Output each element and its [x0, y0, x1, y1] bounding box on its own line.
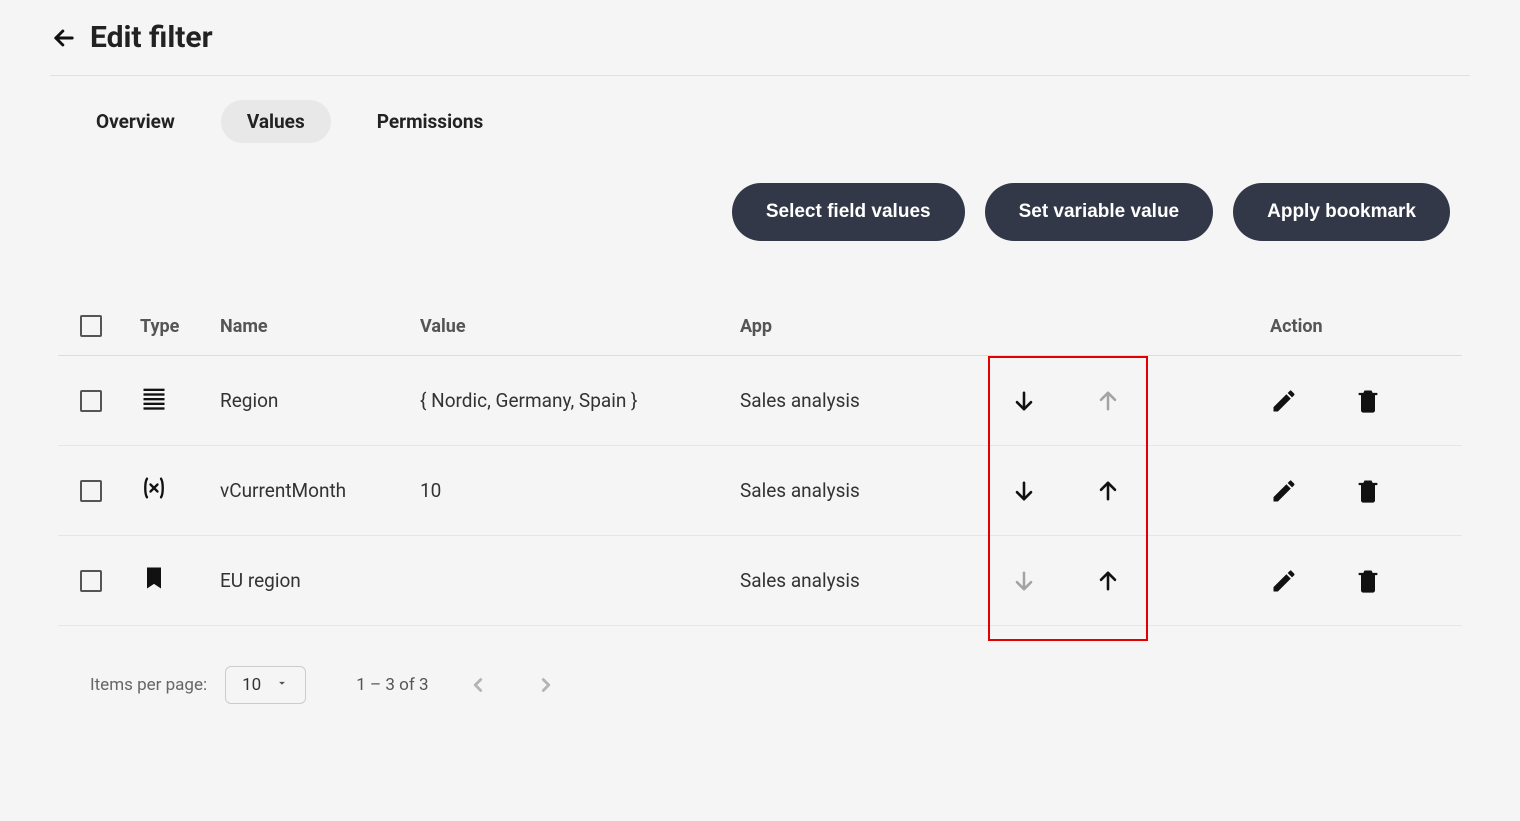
page-title: Edit filter [90, 20, 213, 55]
col-header-app: App [740, 316, 1010, 337]
row-name: EU region [220, 569, 420, 592]
row-app: Sales analysis [740, 479, 1010, 502]
list-icon [140, 384, 220, 417]
tab-permissions[interactable]: Permissions [351, 100, 510, 143]
select-field-values-button[interactable]: Select field values [732, 183, 965, 241]
prev-page-icon[interactable] [467, 674, 489, 696]
move-down-icon [1010, 567, 1038, 595]
row-name: vCurrentMonth [220, 479, 420, 502]
apply-bookmark-button[interactable]: Apply bookmark [1233, 183, 1450, 241]
table-row: EU region Sales analysis [58, 536, 1462, 626]
next-page-icon[interactable] [535, 674, 557, 696]
col-header-name: Name [220, 316, 420, 337]
row-value: 10 [420, 479, 740, 502]
tab-values[interactable]: Values [221, 100, 331, 143]
back-arrow-icon[interactable] [50, 24, 78, 52]
row-checkbox[interactable] [80, 390, 102, 412]
row-checkbox[interactable] [80, 480, 102, 502]
row-name: Region [220, 389, 420, 412]
row-app: Sales analysis [740, 389, 1010, 412]
move-up-icon[interactable] [1094, 567, 1122, 595]
chevron-down-icon [275, 675, 289, 695]
set-variable-value-button[interactable]: Set variable value [985, 183, 1214, 241]
variable-icon [140, 474, 220, 507]
col-header-value: Value [420, 316, 740, 337]
edit-icon[interactable] [1270, 567, 1298, 595]
delete-icon[interactable] [1354, 477, 1382, 505]
move-down-icon[interactable] [1010, 477, 1038, 505]
items-per-page-value: 10 [242, 675, 261, 695]
edit-icon[interactable] [1270, 387, 1298, 415]
tab-overview[interactable]: Overview [70, 100, 201, 143]
table-row: vCurrentMonth 10 Sales analysis [58, 446, 1462, 536]
move-down-icon[interactable] [1010, 387, 1038, 415]
tabs: Overview Values Permissions [50, 76, 1470, 183]
row-app: Sales analysis [740, 569, 1010, 592]
move-up-icon [1094, 387, 1122, 415]
table-row: Region { Nordic, Germany, Spain } Sales … [58, 356, 1462, 446]
delete-icon[interactable] [1354, 387, 1382, 415]
col-header-action: Action [1270, 316, 1510, 337]
items-per-page-label: Items per page: [90, 675, 207, 695]
items-per-page-select[interactable]: 10 [225, 666, 306, 704]
delete-icon[interactable] [1354, 567, 1382, 595]
move-up-icon[interactable] [1094, 477, 1122, 505]
edit-icon[interactable] [1270, 477, 1298, 505]
col-header-type: Type [140, 316, 220, 337]
pagination-range: 1 – 3 of 3 [356, 675, 428, 695]
table-header-row: Type Name Value App Action [58, 301, 1462, 356]
select-all-checkbox[interactable] [80, 315, 102, 337]
row-checkbox[interactable] [80, 570, 102, 592]
bookmark-icon [140, 564, 220, 597]
row-value: { Nordic, Germany, Spain } [420, 389, 740, 412]
